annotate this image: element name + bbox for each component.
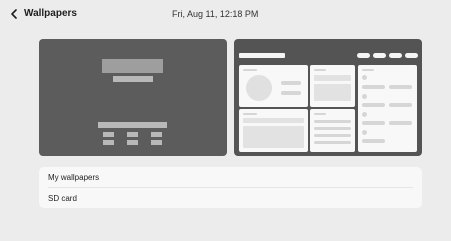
card-line	[314, 113, 326, 115]
home-screen-preview[interactable]	[234, 39, 422, 156]
list-item-my-wallpapers[interactable]: My wallpapers	[39, 167, 422, 187]
list-item-label: SD card	[48, 193, 77, 203]
chevron-left-icon	[11, 9, 17, 19]
card-line	[243, 113, 257, 115]
home-header-pill	[389, 53, 402, 58]
card-line	[362, 85, 385, 89]
card-line	[243, 69, 257, 71]
card-dot	[362, 130, 367, 135]
home-header-pill	[373, 53, 386, 58]
card-dot	[362, 75, 367, 80]
card-box	[314, 75, 351, 81]
home-card	[310, 109, 355, 152]
shortcut-placeholder	[103, 132, 114, 137]
shortcut-placeholder	[127, 132, 138, 137]
list-item-sd-card[interactable]: SD card	[39, 188, 422, 208]
card-line	[314, 141, 351, 144]
home-card	[239, 65, 308, 107]
card-line	[314, 127, 351, 130]
card-line	[314, 134, 351, 137]
home-header-pill	[357, 53, 370, 58]
card-box	[243, 118, 304, 123]
wallpaper-source-list: My wallpapers SD card	[39, 167, 422, 208]
card-line	[362, 69, 374, 71]
card-box	[243, 126, 304, 148]
card-dot	[362, 94, 367, 99]
card-line	[389, 85, 412, 89]
home-card	[310, 65, 355, 107]
clock-placeholder	[102, 59, 163, 73]
lock-screen-preview[interactable]	[39, 39, 227, 156]
card-line	[362, 103, 385, 107]
date-placeholder	[113, 76, 153, 82]
card-line	[314, 69, 326, 71]
home-card	[239, 109, 308, 152]
card-line	[389, 121, 412, 125]
card-dot	[362, 112, 367, 117]
home-header-pill	[405, 53, 418, 58]
page-title: Wallpapers	[24, 8, 77, 19]
shortcut-placeholder	[151, 132, 162, 137]
notification-placeholder	[98, 122, 167, 128]
card-line	[281, 91, 301, 95]
card-line	[362, 121, 385, 125]
home-card	[358, 65, 417, 152]
home-header-bar	[239, 53, 285, 58]
card-box	[314, 84, 351, 101]
shortcut-placeholder	[103, 140, 114, 145]
card-line	[362, 139, 385, 143]
top-bar: Wallpapers Fri, Aug 11, 12:18 PM	[0, 0, 451, 28]
card-line	[389, 103, 412, 107]
card-circle	[246, 75, 272, 101]
shortcut-placeholder	[127, 140, 138, 145]
list-item-label: My wallpapers	[48, 172, 100, 182]
card-line	[314, 120, 351, 123]
shortcut-placeholder	[151, 140, 162, 145]
back-button[interactable]	[8, 8, 20, 20]
status-datetime: Fri, Aug 11, 12:18 PM	[172, 9, 259, 19]
card-line	[281, 81, 301, 85]
